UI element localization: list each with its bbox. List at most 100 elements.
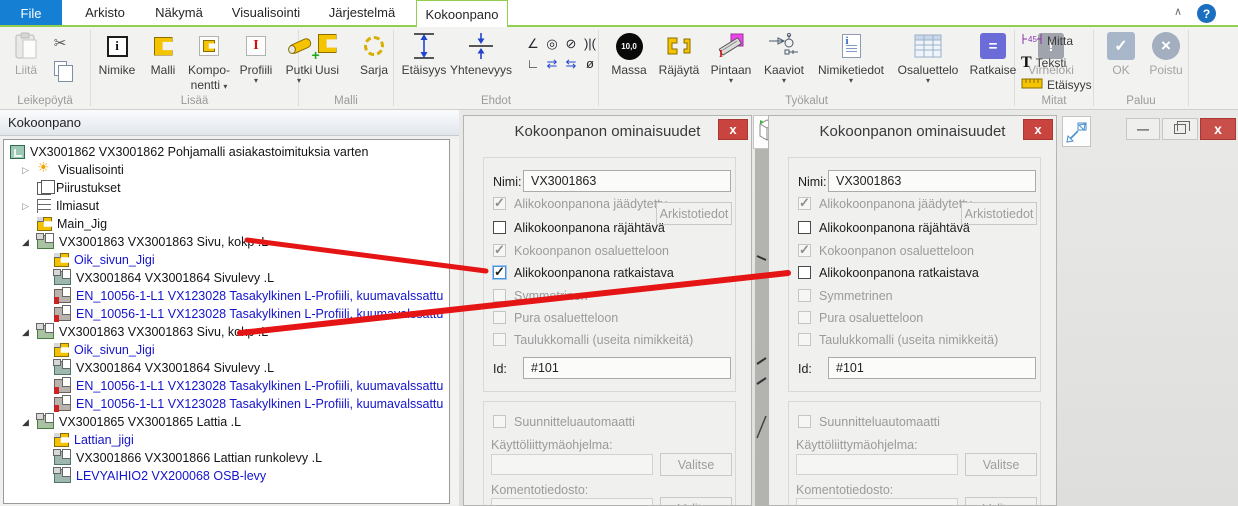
tree-item[interactable]: LEVYAIHIO2 VX200068 OSB-levy (4, 467, 449, 485)
tree-item-vx3001865[interactable]: VX3001865 VX3001865 Lattia .L (4, 413, 449, 431)
minimize-button[interactable]: — (1126, 118, 1160, 140)
close-icon[interactable]: x (718, 119, 748, 140)
name-input[interactable]: VX3001863 (523, 170, 731, 192)
malli-button[interactable]: Malli (145, 30, 181, 77)
tab-nakyma[interactable]: Näkymä (148, 0, 210, 25)
tree-item[interactable]: VX3001864 VX3001864 Sivulevy .L (4, 269, 449, 287)
checkbox-jaadytetty[interactable] (493, 197, 506, 210)
checkbox-ratkaistava[interactable] (493, 266, 506, 279)
expander-collapsed-icon[interactable] (22, 165, 37, 176)
name-input[interactable]: VX3001863 (828, 170, 1036, 192)
fit-view-button[interactable] (1062, 116, 1091, 147)
arkistotiedot-button[interactable]: Arkistotiedot (961, 202, 1037, 225)
tree-item[interactable]: EN_10056-1-L1 VX123028 Tasakylkinen L-Pr… (4, 377, 449, 395)
expander-expanded-icon[interactable] (22, 417, 37, 428)
valitse-button-2[interactable]: Valitse (965, 497, 1037, 506)
valitse-button-1[interactable]: Valitse (660, 453, 732, 476)
ui-program-input[interactable] (491, 454, 653, 475)
command-file-input[interactable] (491, 498, 653, 506)
tree-item[interactable]: EN_10056-1-L1 VX123028 Tasakylkinen L-Pr… (4, 395, 449, 413)
tree-scrollbar[interactable] (451, 139, 459, 504)
nimike-button[interactable]: i Nimike (95, 30, 139, 77)
pintaan-button[interactable]: I Pintaan ▾ (707, 30, 755, 84)
tree-item[interactable]: Piirustukset (4, 179, 449, 197)
tree-item[interactable]: EN_10056-1-L1 VX123028 Tasakylkinen L-Pr… (4, 287, 449, 305)
tree-item-vx3001863-1[interactable]: VX3001863 VX3001863 Sivu, kokp .L (4, 233, 449, 251)
nimiketiedot-button[interactable]: Nimiketiedot ▾ (813, 30, 889, 84)
parallel-constraint-icon[interactable]: ⇄ (543, 54, 561, 73)
valitse-button-2[interactable]: Valitse (660, 497, 732, 506)
checkbox-symmetrinen[interactable] (493, 289, 506, 302)
massa-button[interactable]: 10,0 Massa (607, 30, 651, 77)
symmetry-constraint-icon[interactable]: )|( (581, 34, 599, 53)
perpendicular-constraint-icon[interactable]: ∟ (524, 54, 542, 73)
close-icon[interactable]: x (1023, 119, 1053, 140)
tree-item[interactable]: Oik_sivun_Jigi (4, 341, 449, 359)
checkbox-jaadytetty[interactable] (798, 197, 811, 210)
profiili-button[interactable]: I Profiili ▾ (237, 30, 275, 84)
command-file-input[interactable] (796, 498, 958, 506)
expander-expanded-icon[interactable] (22, 237, 37, 248)
checkbox-rajahtava[interactable] (493, 221, 506, 234)
yhtenevyys-constraint-button[interactable]: Yhtenevyys (448, 30, 514, 77)
window-close-button[interactable]: x (1200, 118, 1236, 140)
tree-item-vx3001863-2[interactable]: VX3001863 VX3001863 Sivu, kokp .L (4, 323, 449, 341)
checkbox-taulukkomalli[interactable] (493, 333, 506, 346)
tree-item[interactable]: Oik_sivun_Jigi (4, 251, 449, 269)
etaisyys-constraint-button[interactable]: Etäisyys (400, 30, 448, 77)
checkbox-osaluetteloon[interactable] (493, 244, 506, 257)
tree-item[interactable]: Lattian_jigi (4, 431, 449, 449)
tree-item[interactable]: Main_Jig (4, 215, 449, 233)
angle-constraint-icon[interactable]: ∠ (524, 34, 542, 53)
id-input[interactable]: #101 (828, 357, 1036, 379)
tree-item[interactable]: VX3001864 VX3001864 Sivulevy .L (4, 359, 449, 377)
tab-kokoonpano[interactable]: Kokoonpano (416, 0, 508, 27)
restore-button[interactable] (1162, 118, 1198, 140)
ratkaise-button[interactable]: = Ratkaise (967, 30, 1019, 77)
tangent-constraint-icon[interactable]: ⊘ (562, 34, 580, 53)
tree-item-root[interactable]: VX3001862 VX3001862 Pohjamalli asiakasto… (4, 143, 449, 161)
expander-collapsed-icon[interactable] (22, 201, 37, 212)
valitse-button-1[interactable]: Valitse (965, 453, 1037, 476)
arkistotiedot-button[interactable]: Arkistotiedot (656, 202, 732, 225)
paste-button[interactable]: Liitä (6, 30, 46, 77)
osaluettelo-button[interactable]: Osaluettelo ▾ (894, 30, 962, 84)
fix-constraint-icon[interactable]: ø (581, 54, 599, 73)
poistu-button[interactable]: × Poistu (1146, 30, 1186, 77)
etaisyys-mitta-button[interactable]: Etäisyys (1021, 74, 1092, 96)
checkbox-osaluetteloon[interactable] (798, 244, 811, 257)
concentric-constraint-icon[interactable]: ◎ (543, 34, 561, 53)
tree-item[interactable]: Visualisointi (4, 161, 449, 179)
teksti-button[interactable]: T Teksti (1021, 52, 1066, 74)
checkbox-taulukkomalli[interactable] (798, 333, 811, 346)
checkbox-suunnitteluautomaatti[interactable] (493, 415, 506, 428)
tab-jarjestelma[interactable]: Järjestelmä (322, 0, 402, 25)
ui-program-input[interactable] (796, 454, 958, 475)
komponentti-button[interactable]: Kompo- nentti ▾ (187, 30, 231, 92)
tab-arkisto[interactable]: Arkisto (74, 0, 136, 25)
expander-expanded-icon[interactable] (22, 327, 37, 338)
copy-icon[interactable] (54, 61, 67, 76)
tab-file[interactable]: File (0, 0, 62, 27)
sarja-button[interactable]: Sarja (355, 30, 393, 77)
mitta-button[interactable]: 45 Mitta (1021, 30, 1073, 52)
checkbox-symmetrinen[interactable] (798, 289, 811, 302)
help-icon[interactable]: ? (1197, 4, 1216, 23)
tree-item[interactable]: Ilmiasut (4, 197, 449, 215)
tree-item[interactable]: VX3001866 VX3001866 Lattian runkolevy .L (4, 449, 449, 467)
tab-visualisointi[interactable]: Visualisointi (222, 0, 310, 25)
uusi-button[interactable]: + Uusi (309, 30, 345, 77)
checkbox-pura[interactable] (798, 311, 811, 324)
rajayta-button[interactable]: Räjäytä (656, 30, 702, 77)
checkbox-pura[interactable] (493, 311, 506, 324)
equal-distance-constraint-icon[interactable]: ⇆ (562, 54, 580, 73)
tree-item[interactable]: EN_10056-1-L1 VX123028 Tasakylkinen L-Pr… (4, 305, 449, 323)
checkbox-suunnitteluautomaatti[interactable] (798, 415, 811, 428)
checkbox-rajahtava[interactable] (798, 221, 811, 234)
kaaviot-button[interactable]: Kaaviot ▾ (760, 30, 808, 84)
ok-button[interactable]: ✓ OK (1104, 30, 1138, 77)
cut-icon[interactable]: ✂ (54, 34, 67, 52)
id-input[interactable]: #101 (523, 357, 731, 379)
collapse-ribbon-icon[interactable]: ∧ (1170, 5, 1186, 18)
checkbox-ratkaistava[interactable] (798, 266, 811, 279)
